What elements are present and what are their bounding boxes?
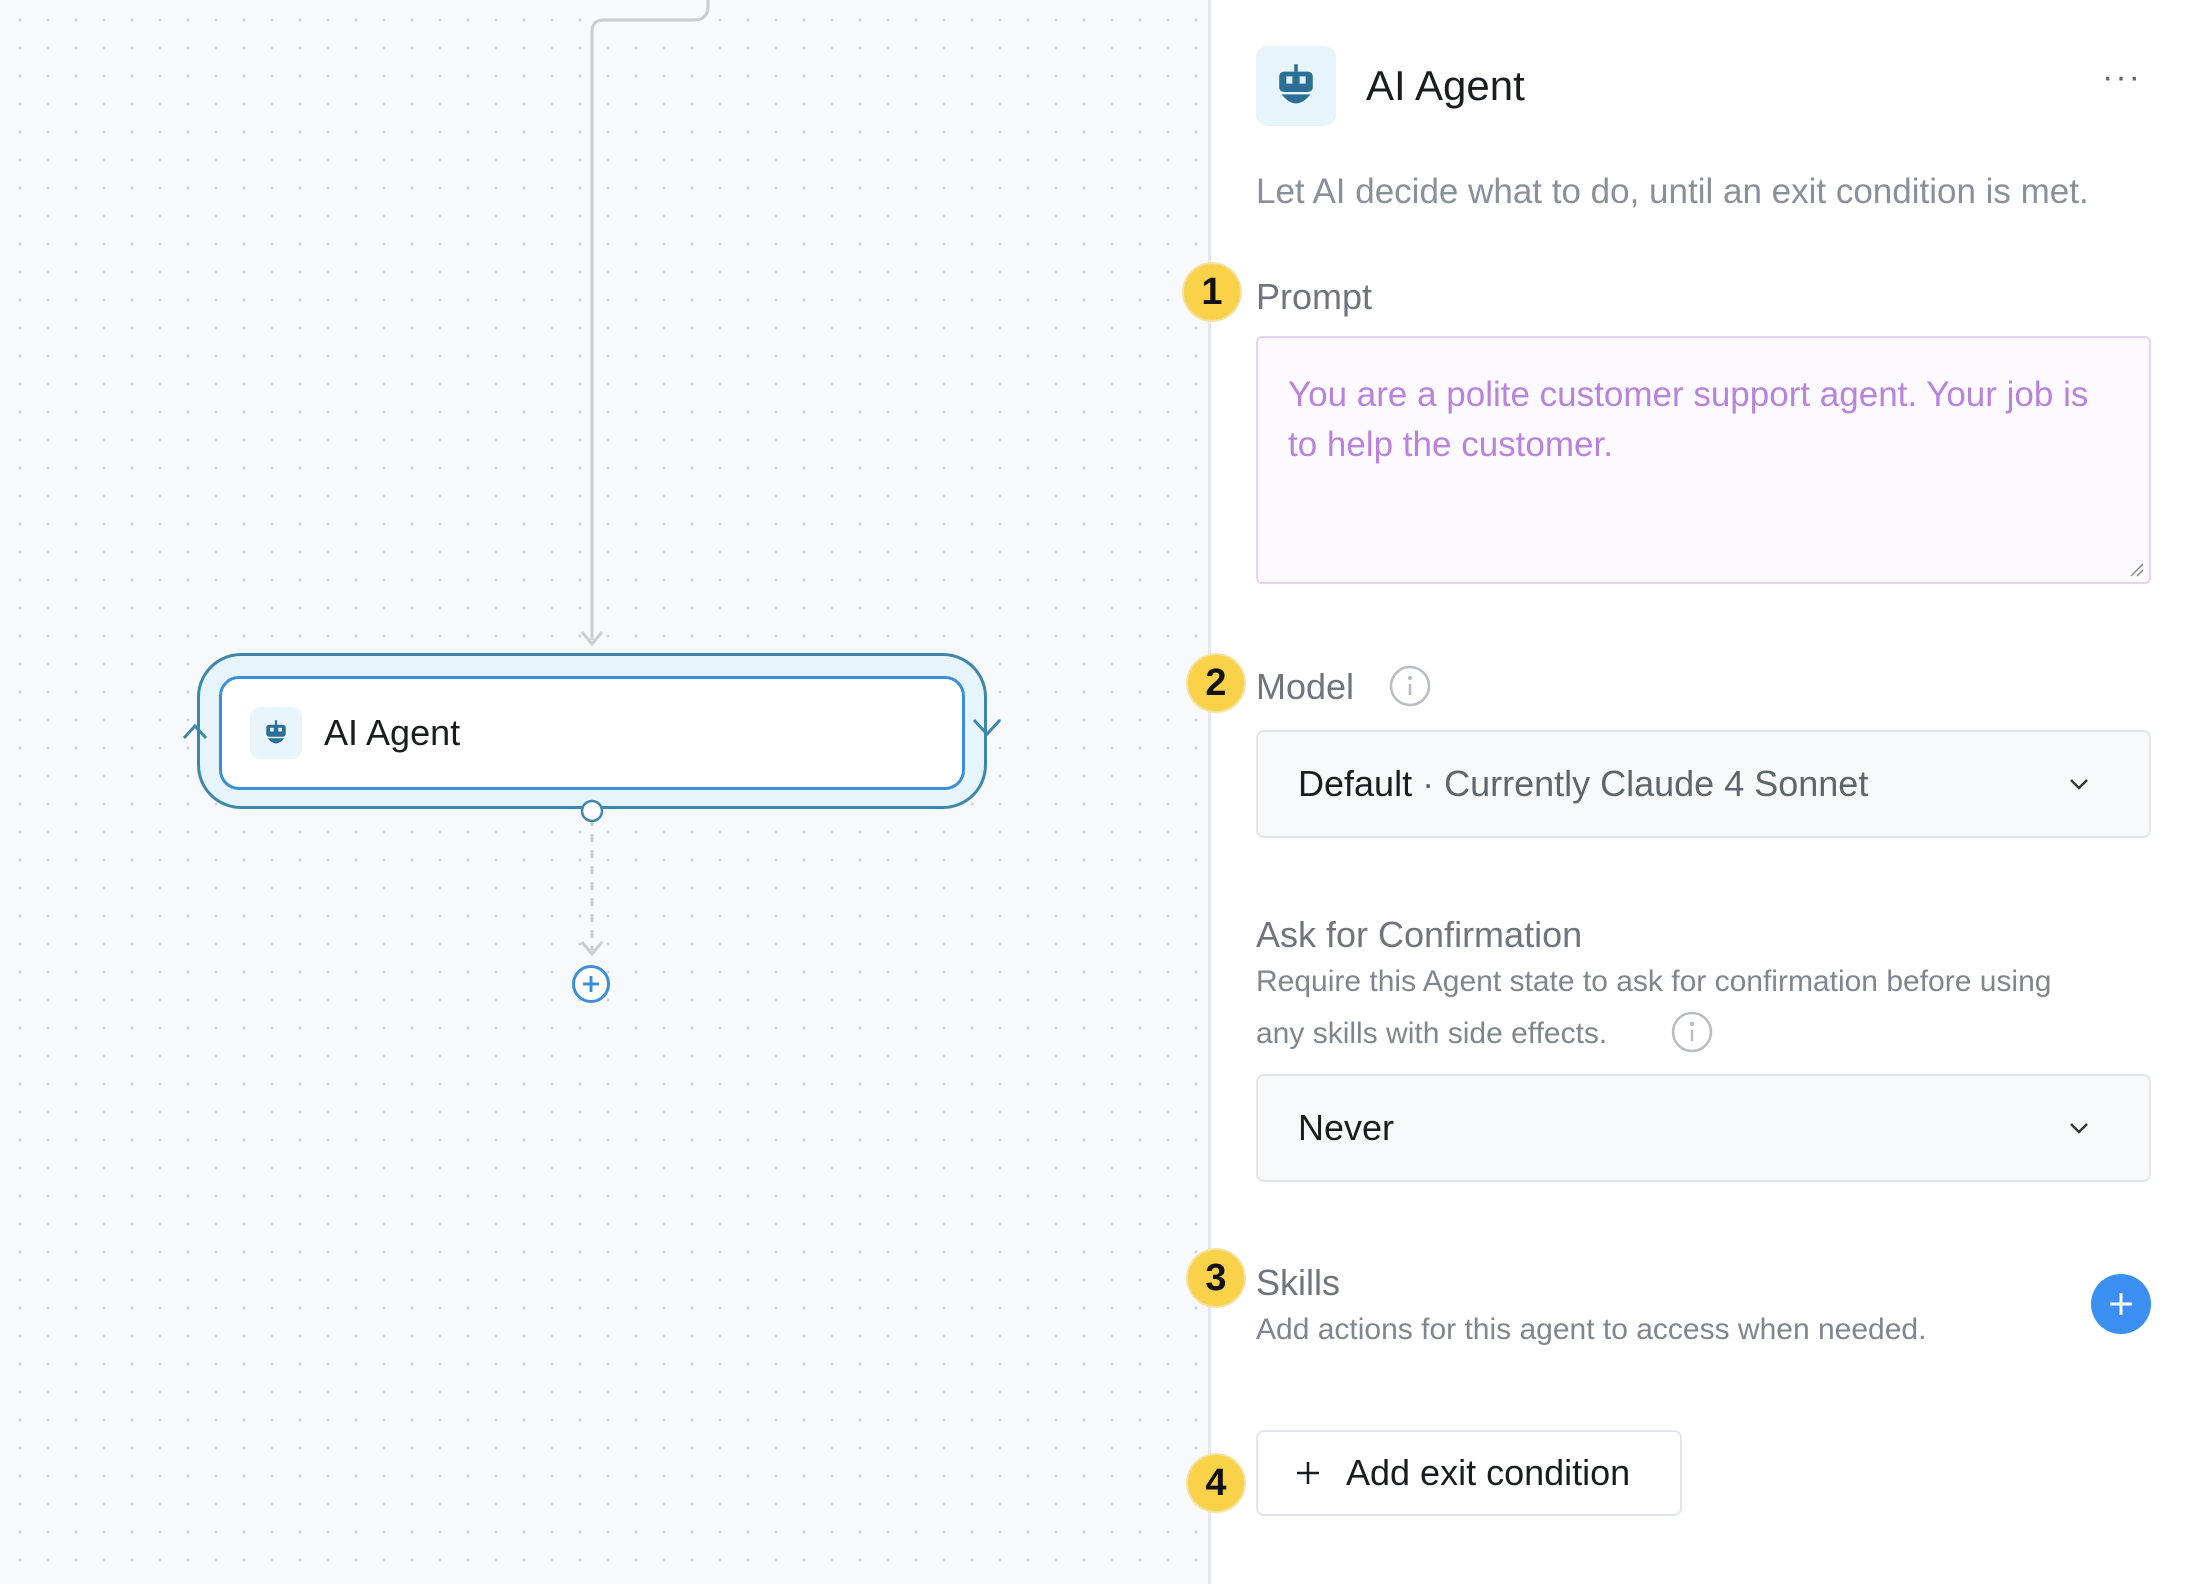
step-badge-1: 1 <box>1184 264 1240 320</box>
step-badge-3: 3 <box>1188 1250 1244 1306</box>
robot-icon <box>1256 46 1336 126</box>
prompt-label: Prompt <box>1256 276 1373 317</box>
robot-icon <box>250 707 302 759</box>
incoming-edge <box>590 0 710 640</box>
chevron-down-icon <box>2070 1123 2088 1134</box>
info-icon[interactable] <box>1670 1010 1714 1054</box>
agent-node[interactable]: AI Agent <box>219 676 965 790</box>
plus-icon <box>583 976 599 992</box>
node-output-port[interactable] <box>578 797 606 825</box>
confirmation-label: Ask for Confirmation <box>1256 914 1583 955</box>
step-badge-4: 4 <box>1188 1455 1244 1511</box>
resize-handle-icon[interactable] <box>2129 562 2145 578</box>
panel-title: AI Agent <box>1366 62 1525 109</box>
add-exit-condition-button[interactable]: Add exit condition <box>1256 1430 1682 1516</box>
skills-label: Skills <box>1256 1262 1341 1303</box>
loop-up-arrow-icon <box>182 723 208 740</box>
add-skill-button[interactable] <box>2091 1274 2151 1334</box>
step-badge-2: 2 <box>1188 655 1244 711</box>
node-title: AI Agent <box>324 712 461 753</box>
confirmation-help-line-2: any skills with side effects. <box>1256 1017 1608 1050</box>
model-selected-primary: Default <box>1298 763 1413 804</box>
model-select[interactable]: Default · Currently Claude 4 Sonnet <box>1256 730 2151 838</box>
prompt-textarea[interactable]: You are a polite customer support agent.… <box>1256 336 2151 584</box>
confirmation-help-line-1: Require this Agent state to ask for conf… <box>1256 965 2052 998</box>
model-label: Model <box>1256 666 1355 707</box>
confirmation-select[interactable]: Never <box>1256 1074 2151 1182</box>
plus-icon <box>2110 1293 2132 1315</box>
panel-description: Let AI decide what to do, until an exit … <box>1256 172 2089 211</box>
add-step-button[interactable] <box>572 965 610 1003</box>
plus-icon <box>1297 1462 1319 1484</box>
prompt-text: You are a polite customer support agent.… <box>1288 375 2089 464</box>
more-menu-button[interactable]: ··· <box>2102 60 2142 94</box>
add-exit-condition-label: Add exit condition <box>1346 1452 1631 1493</box>
skills-help: Add actions for this agent to access whe… <box>1256 1313 1927 1346</box>
confirmation-selected: Never <box>1298 1107 1395 1148</box>
loop-down-arrow-icon <box>972 718 1002 737</box>
info-icon[interactable] <box>1388 664 1432 708</box>
chevron-down-icon <box>2070 779 2088 790</box>
model-selected-secondary: · Currently Claude 4 Sonnet <box>1412 763 1869 804</box>
